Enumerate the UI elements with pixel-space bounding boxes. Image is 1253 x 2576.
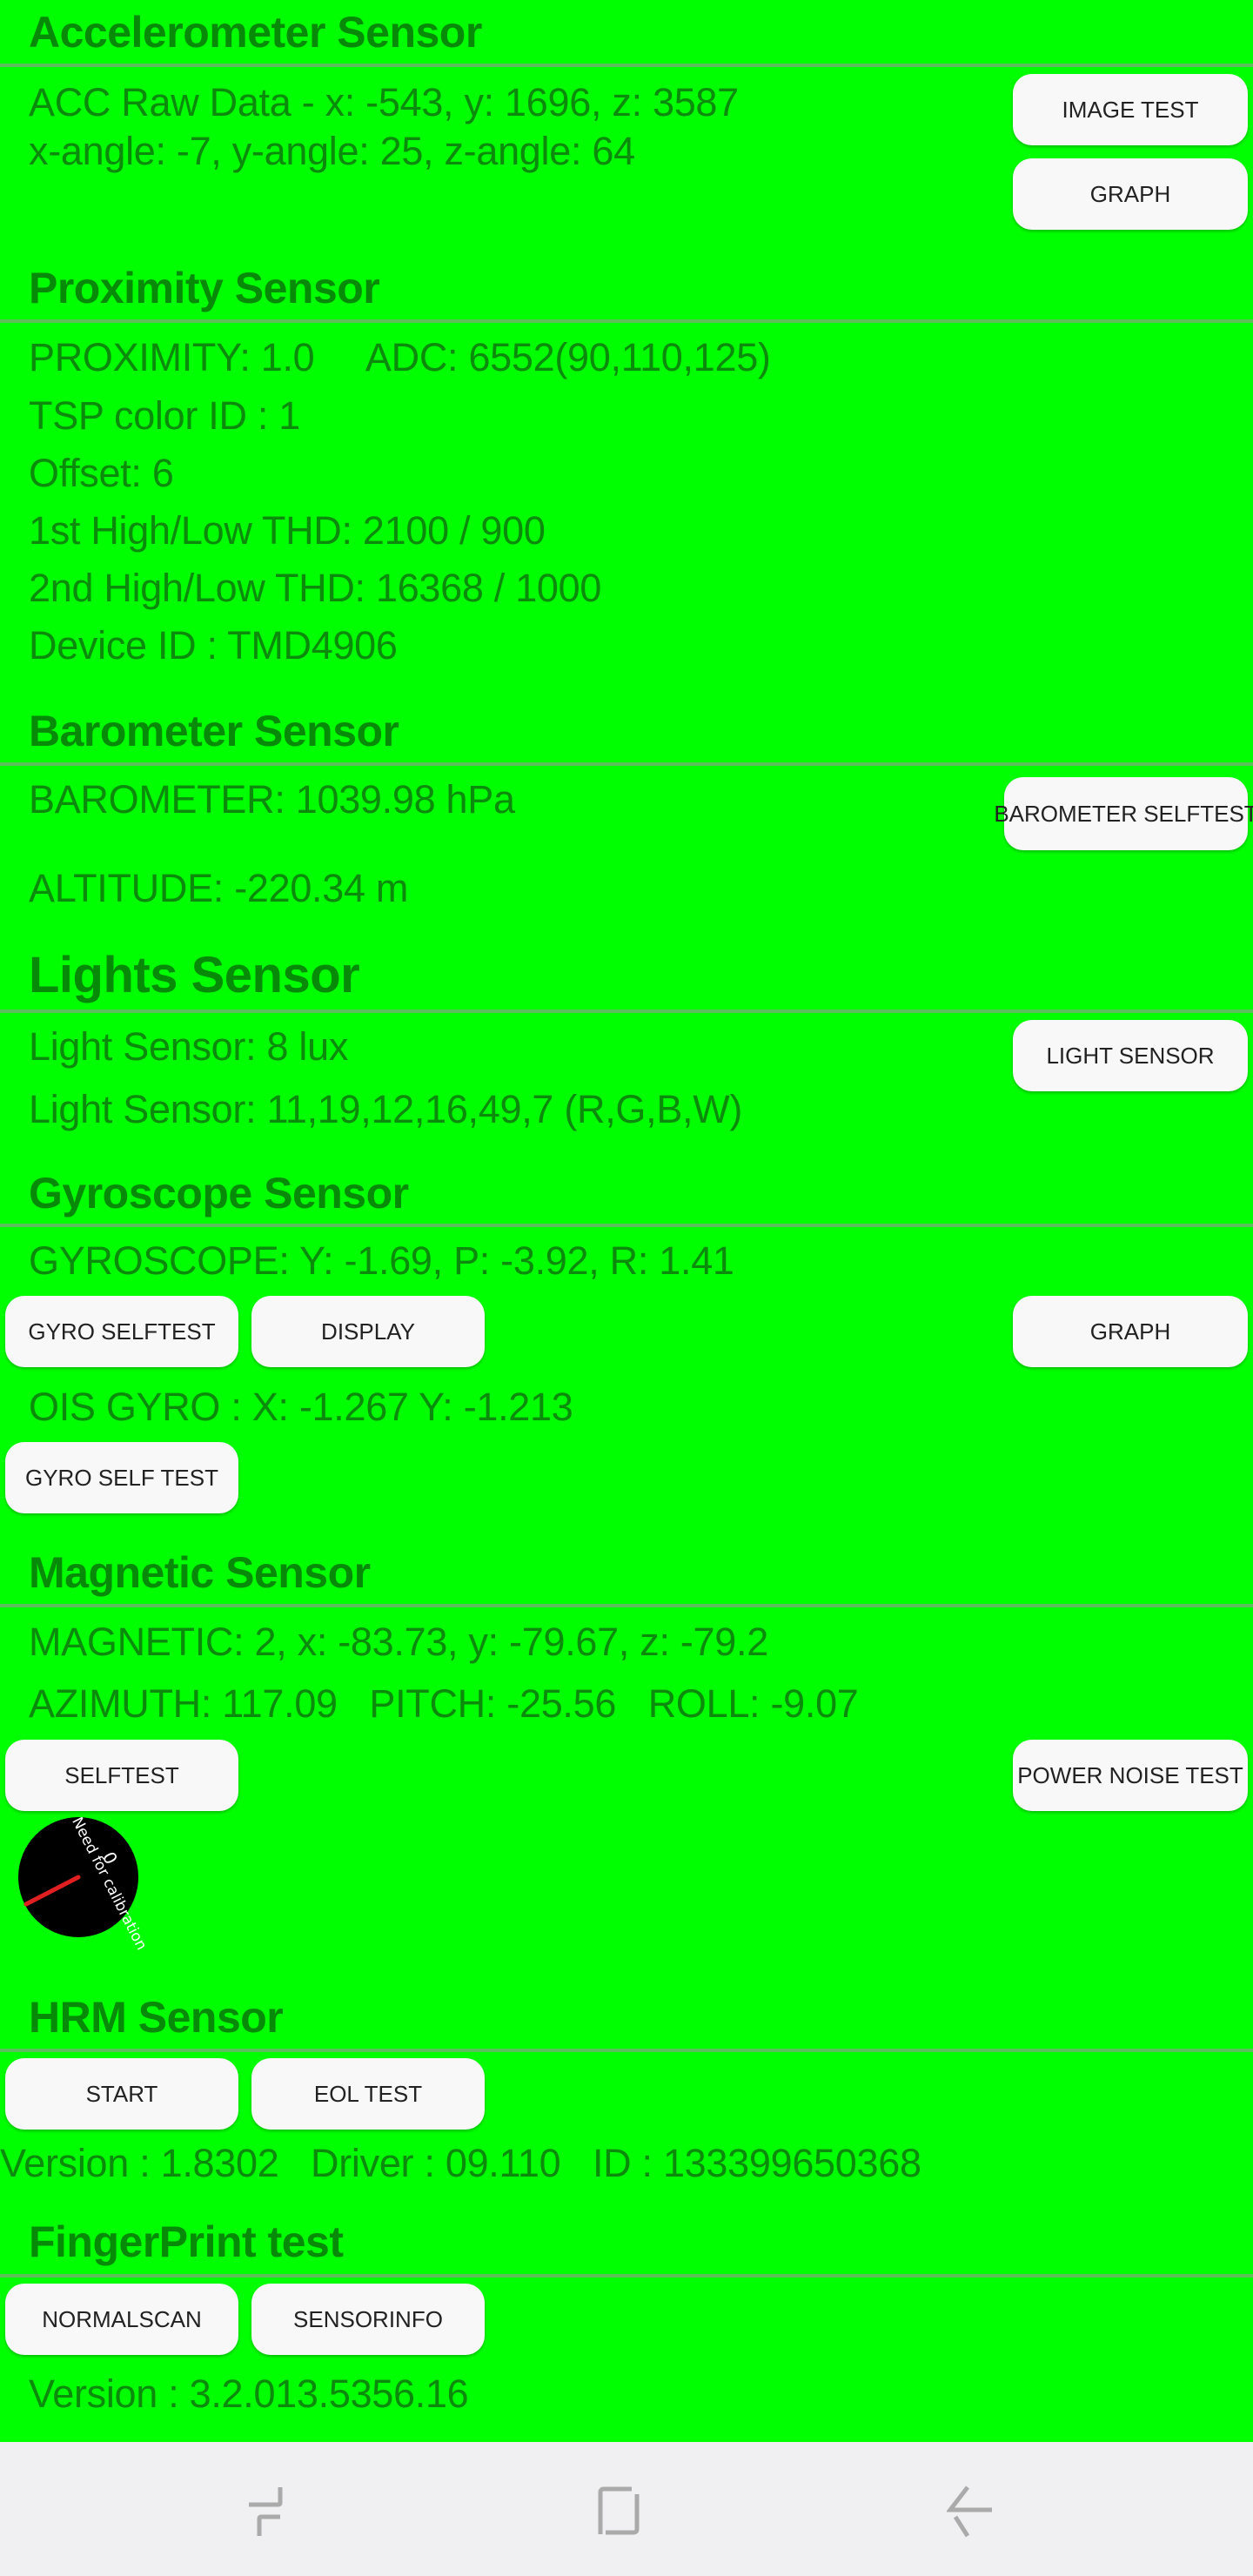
accelerometer-header: Accelerometer Sensor xyxy=(29,8,482,57)
gyro-graph-button[interactable]: GRAPH xyxy=(1013,1296,1248,1367)
gyroscope-header: Gyroscope Sensor xyxy=(29,1169,409,1218)
magnetic-header: Magnetic Sensor xyxy=(29,1548,371,1597)
hrm-eol-test-button[interactable]: EOL TEST xyxy=(251,2058,485,2130)
navigation-bar xyxy=(0,2442,1253,2576)
image-test-button[interactable]: IMAGE TEST xyxy=(1013,74,1248,145)
proximity-thd2: 2nd High/Low THD: 16368 / 1000 xyxy=(29,566,602,610)
light-sensor-button[interactable]: LIGHT SENSOR xyxy=(1013,1020,1248,1091)
fingerprint-header: FingerPrint test xyxy=(29,2217,344,2266)
divider xyxy=(0,2049,1253,2052)
light-lux: Light Sensor: 8 lux xyxy=(29,1024,349,1069)
ois-gyro-values: OIS GYRO : X: -1.267 Y: -1.213 xyxy=(29,1385,573,1429)
acc-graph-button[interactable]: GRAPH xyxy=(1013,158,1248,230)
magnetic-selftest-button[interactable]: SELFTEST xyxy=(5,1740,238,1811)
lights-header: Lights Sensor xyxy=(29,947,360,1003)
proximity-offset: Offset: 6 xyxy=(29,451,174,495)
acc-raw-data: ACC Raw Data - x: -543, y: 1696, z: 3587 xyxy=(29,80,739,124)
recent-apps-icon[interactable] xyxy=(245,2485,294,2542)
proximity-thd1: 1st High/Low THD: 2100 / 900 xyxy=(29,508,546,553)
barometer-pressure: BAROMETER: 1039.98 hPa xyxy=(29,777,515,822)
divider xyxy=(0,1604,1253,1607)
fingerprint-version: Version : 3.2.013.5356.16 xyxy=(29,2371,469,2416)
magnetic-values: MAGNETIC: 2, x: -83.73, y: -79.67, z: -7… xyxy=(29,1620,768,1664)
gyro-selftest-button[interactable]: GYRO SELFTEST xyxy=(5,1296,238,1367)
acc-angles: x-angle: -7, y-angle: 25, z-angle: 64 xyxy=(29,129,635,173)
divider xyxy=(0,319,1253,323)
gyro-display-button[interactable]: DISPLAY xyxy=(251,1296,485,1367)
hrm-info: Version : 1.8302 Driver : 09.110 ID : 13… xyxy=(0,2141,921,2185)
tsp-color-id: TSP color ID : 1 xyxy=(29,393,300,438)
hrm-start-button[interactable]: START xyxy=(5,2058,238,2130)
home-icon[interactable] xyxy=(597,2485,646,2542)
barometer-selftest-button[interactable]: BAROMETER SELFTEST xyxy=(994,777,1253,850)
divider xyxy=(0,1010,1253,1013)
barometer-altitude: ALTITUDE: -220.34 m xyxy=(29,866,409,910)
divider xyxy=(0,1224,1253,1227)
normalscan-button[interactable]: NORMALSCAN xyxy=(5,2284,238,2355)
light-rgbw: Light Sensor: 11,19,12,16,49,7 (R,G,B,W) xyxy=(29,1087,743,1131)
divider xyxy=(0,64,1253,67)
hrm-header: HRM Sensor xyxy=(29,1993,284,2042)
back-icon[interactable] xyxy=(945,2485,995,2542)
barometer-header: Barometer Sensor xyxy=(29,707,399,755)
divider xyxy=(0,762,1253,766)
divider xyxy=(0,2274,1253,2277)
gyro-self-test-button[interactable]: GYRO SELF TEST xyxy=(5,1442,238,1513)
proximity-header: Proximity Sensor xyxy=(29,264,380,312)
magnetic-orientation: AZIMUTH: 117.09 PITCH: -25.56 ROLL: -9.0… xyxy=(29,1681,859,1726)
power-noise-test-button[interactable]: POWER NOISE TEST xyxy=(1013,1740,1248,1811)
sensorinfo-button[interactable]: SENSORINFO xyxy=(251,2284,485,2355)
compass-widget: Need for calibration 0 xyxy=(17,1815,151,1953)
gyroscope-values: GYROSCOPE: Y: -1.69, P: -3.92, R: 1.41 xyxy=(29,1238,734,1283)
proximity-device-id: Device ID : TMD4906 xyxy=(29,623,398,667)
proximity-adc: PROXIMITY: 1.0 ADC: 6552(90,110,125) xyxy=(29,335,771,379)
